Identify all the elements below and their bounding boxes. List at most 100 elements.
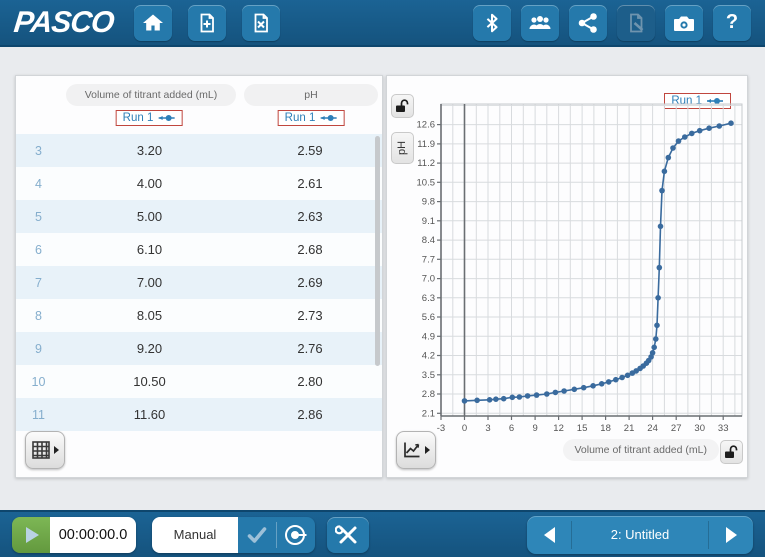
- svg-text:11.2: 11.2: [417, 158, 435, 169]
- previous-page-button[interactable]: [527, 516, 571, 554]
- svg-text:-3: -3: [437, 423, 445, 434]
- top-toolbar: PASCO ?: [0, 0, 765, 47]
- row-index: 8: [35, 308, 42, 323]
- left-arrow-icon: [543, 526, 555, 543]
- next-page-button[interactable]: [709, 516, 753, 554]
- help-button[interactable]: ?: [713, 4, 751, 41]
- accept-sample-button[interactable]: [238, 517, 276, 553]
- chart-svg: -3 0 3 6 9 12 15 18 21 24 27 30 33 2.1 2.8 3.5 4.2 4.9 5.6…: [417, 103, 743, 434]
- svg-text:33: 33: [718, 423, 729, 434]
- unlocked-icon: [725, 445, 738, 458]
- svg-text:9: 9: [532, 423, 537, 434]
- bluetooth-button[interactable]: [473, 4, 511, 41]
- svg-text:10.5: 10.5: [417, 177, 436, 188]
- svg-text:4.9: 4.9: [422, 331, 435, 342]
- series-marker-icon: [158, 115, 175, 121]
- run-selector-volume[interactable]: Run 1: [115, 110, 183, 126]
- start-button[interactable]: [12, 516, 50, 553]
- series-marker-icon: [320, 115, 337, 121]
- timer-display: 00:00:00.0: [50, 516, 136, 553]
- tools-icon: [335, 524, 357, 543]
- run-label: Run 1: [284, 112, 316, 124]
- table-body: 3 3.20 2.59 4 4.00 2.61 5 5.00 2.63 6 6.10 2.68 7 7.0…: [16, 134, 382, 431]
- svg-text:3: 3: [485, 423, 490, 434]
- svg-text:6: 6: [509, 423, 514, 434]
- data-table-panel: Volume of titrant added (mL) pH Run 1 Ru…: [15, 75, 383, 478]
- close-file-button[interactable]: [242, 4, 280, 41]
- volume-cell: 4.00: [136, 176, 163, 191]
- row-index: 7: [35, 275, 42, 290]
- right-arrow-icon: [725, 526, 737, 543]
- line-chart-icon: [404, 442, 420, 458]
- svg-text:6.3: 6.3: [422, 293, 435, 304]
- check-icon: [247, 526, 267, 543]
- table-row[interactable]: 4 4.00 2.61: [16, 167, 382, 200]
- ph-cell: 2.68: [297, 242, 323, 257]
- table-scrollbar[interactable]: [375, 136, 380, 366]
- shared-session-button[interactable]: [521, 4, 559, 41]
- keep-sample-button[interactable]: [277, 517, 315, 553]
- table-row[interactable]: 8 8.05 2.73: [16, 299, 382, 332]
- table-row[interactable]: 3 3.20 2.59: [16, 134, 382, 167]
- column-header-ph[interactable]: pH: [244, 84, 378, 106]
- table-tools-button[interactable]: [25, 431, 65, 469]
- new-file-icon: [200, 13, 214, 32]
- bottom-toolbar: 00:00:00.0 Manual 2: Untitled: [0, 510, 765, 557]
- ph-cell: 2.63: [297, 209, 323, 224]
- camera-icon: [674, 16, 694, 31]
- row-index: 11: [32, 407, 45, 422]
- column-header-volume[interactable]: Volume of titrant added (mL): [66, 84, 236, 106]
- row-index: 4: [35, 176, 42, 191]
- svg-text:30: 30: [694, 423, 705, 434]
- x-axis-lock-button[interactable]: [720, 440, 743, 464]
- screenshot-button[interactable]: [665, 4, 703, 41]
- svg-text:12: 12: [553, 423, 564, 434]
- svg-text:15: 15: [577, 423, 588, 434]
- row-index: 5: [35, 209, 42, 224]
- svg-text:11.9: 11.9: [417, 139, 435, 150]
- svg-text:0: 0: [462, 423, 467, 434]
- volume-cell: 10.50: [133, 374, 166, 389]
- table-row[interactable]: 7 7.00 2.69: [16, 266, 382, 299]
- chart-area[interactable]: -3 0 3 6 9 12 15 18 21 24 27 30 33 2.1 2.8 3.5 4.2 4.9 5.6…: [407, 98, 745, 448]
- ph-cell: 2.61: [297, 176, 323, 191]
- graph-tools-button[interactable]: [396, 431, 436, 469]
- svg-text:3.5: 3.5: [422, 370, 435, 381]
- new-file-button[interactable]: [188, 4, 226, 41]
- volume-cell: 5.00: [136, 209, 163, 224]
- run-label: Run 1: [122, 112, 154, 124]
- close-file-icon: [254, 13, 268, 32]
- experiment-tools-button[interactable]: [327, 516, 369, 553]
- svg-text:9.1: 9.1: [422, 216, 435, 227]
- record-group: 00:00:00.0: [12, 516, 136, 553]
- journal-edit-button[interactable]: [617, 4, 655, 41]
- bluetooth-icon: [486, 13, 498, 32]
- x-axis-label-button[interactable]: Volume of titrant added (mL): [562, 439, 719, 461]
- table-row[interactable]: 5 5.00 2.63: [16, 200, 382, 233]
- share-icon: [578, 12, 597, 33]
- sparkvue-app-window: PASCO ? Volume of titrant added (mL) pH …: [0, 0, 765, 557]
- row-index: 9: [35, 341, 42, 356]
- keep-sample-icon: [285, 524, 307, 545]
- volume-cell: 11.60: [133, 407, 166, 422]
- table-row[interactable]: 9 9.20 2.76: [16, 332, 382, 365]
- graph-panel: pH Run 1 -3 0 3 6 9 12 15 18 21 24 27 30 33 2.1 2.8 3.5…: [386, 75, 748, 478]
- volume-cell: 7.00: [136, 275, 163, 290]
- volume-cell: 3.20: [136, 143, 163, 158]
- table-row[interactable]: 6 6.10 2.68: [16, 233, 382, 266]
- ph-cell: 2.86: [297, 407, 323, 422]
- row-index: 10: [31, 374, 46, 389]
- volume-cell: 6.10: [136, 242, 163, 257]
- x-axis-label: Volume of titrant added (mL): [574, 444, 708, 456]
- table-row[interactable]: 10 10.50 2.80: [16, 365, 382, 398]
- page-title: 2: Untitled: [610, 527, 670, 542]
- svg-text:24: 24: [647, 423, 658, 434]
- sampling-mode-button[interactable]: Manual: [152, 516, 238, 553]
- expand-triangle-icon: [425, 446, 430, 454]
- share-button[interactable]: [569, 4, 607, 41]
- table-row[interactable]: 11 11.60 2.86: [16, 398, 382, 431]
- run-selector-ph[interactable]: Run 1: [277, 110, 345, 126]
- ph-cell: 2.73: [297, 308, 323, 323]
- row-index: 3: [35, 143, 42, 158]
- home-button[interactable]: [134, 4, 172, 41]
